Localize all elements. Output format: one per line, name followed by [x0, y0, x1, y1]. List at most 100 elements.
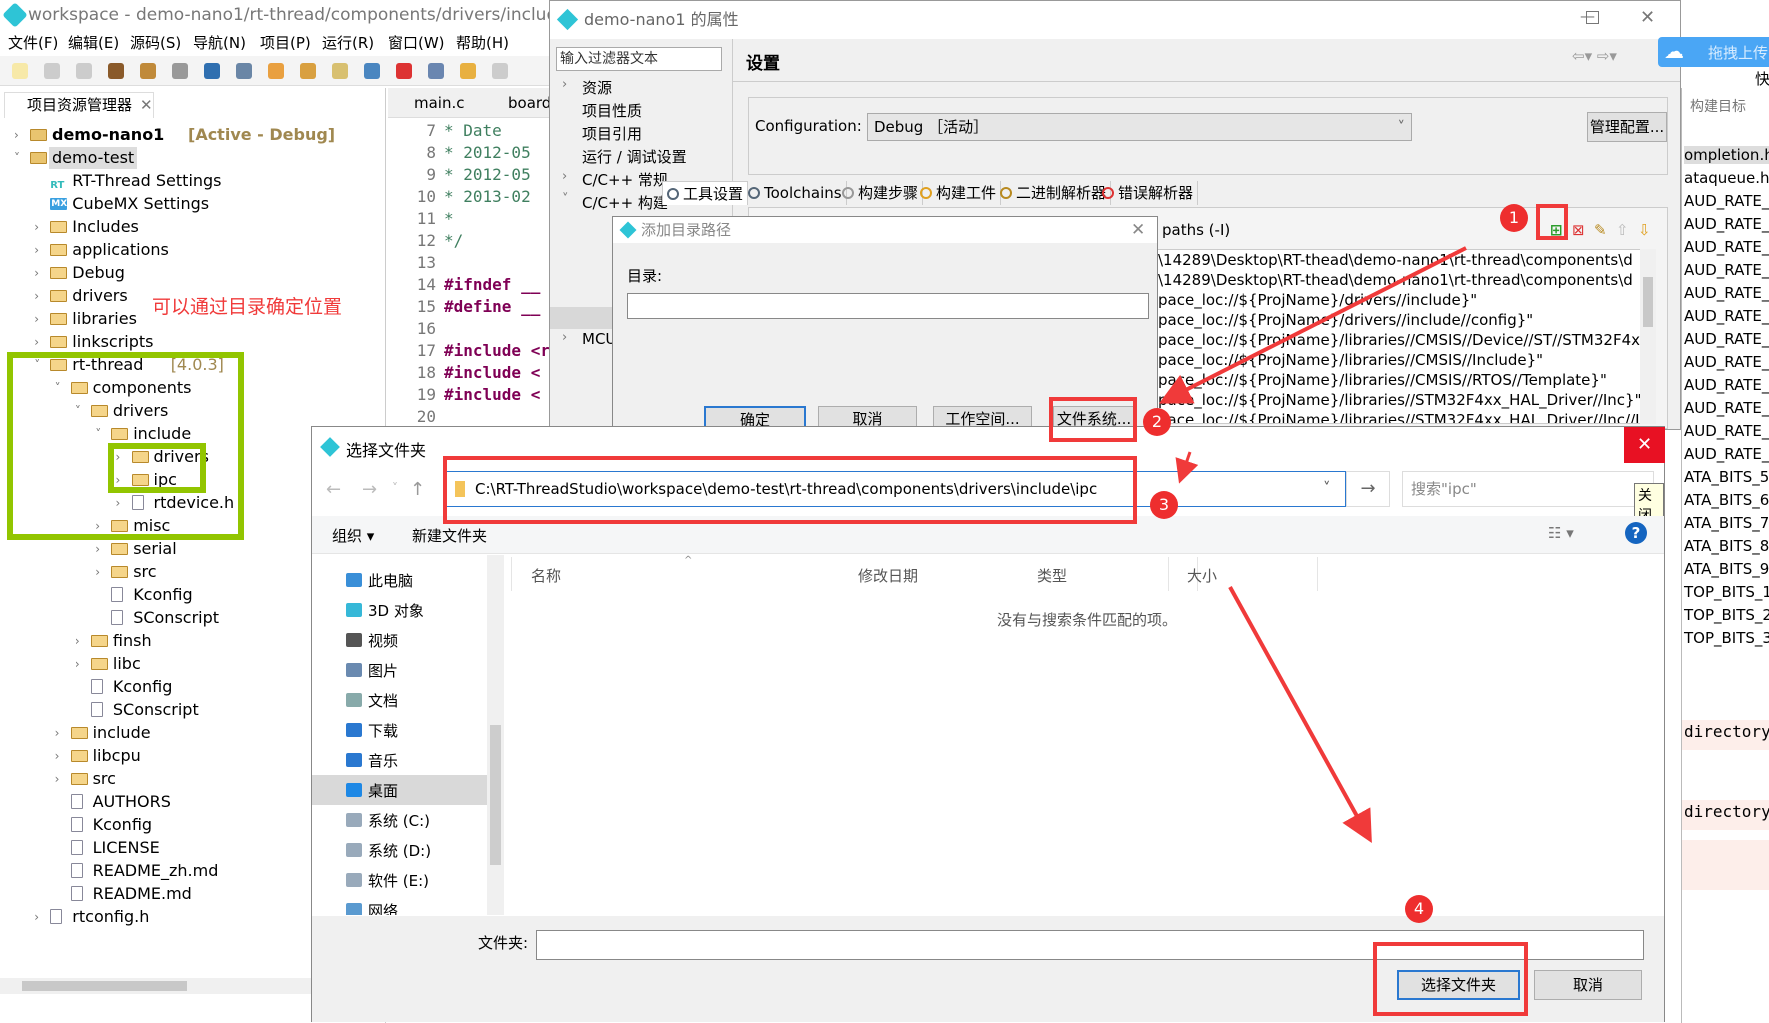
tree-item[interactable]: › Debug — [0, 262, 384, 284]
outline-item[interactable]: ATA_BITS_8 — [1684, 537, 1769, 555]
outline-item[interactable]: TOP_BITS_1 — [1684, 583, 1769, 601]
include-path-item[interactable]: \14289\Desktop\RT-thead\demo-nano1\rt-th… — [1158, 251, 1633, 269]
column-header[interactable]: 名称 — [531, 565, 561, 586]
up-icon[interactable]: ↑ — [410, 479, 425, 500]
toolbar-button[interactable] — [460, 63, 476, 79]
workspace-button[interactable]: 工作空间... — [933, 406, 1032, 427]
outline-item[interactable]: AUD_RATE_4 — [1684, 376, 1769, 394]
nav-item[interactable]: 此电脑 — [312, 565, 487, 595]
tab-main-c[interactable]: main.c — [414, 94, 465, 112]
upload-button[interactable]: ☁ 拖拽上传 — [1658, 37, 1769, 67]
outline-item[interactable]: ATA_BITS_7 — [1684, 514, 1769, 532]
chevron-right-icon[interactable]: › — [34, 285, 39, 307]
outline-item[interactable]: AUD_RATE_3 — [1684, 284, 1769, 302]
ok-button[interactable]: 确定 — [704, 406, 806, 427]
toolbar-button[interactable] — [428, 63, 444, 79]
toolbar-button[interactable] — [12, 63, 28, 79]
properties-tree-item[interactable]: 项目性质 — [550, 100, 730, 122]
forward-icon[interactable]: → — [362, 479, 377, 500]
outline-item[interactable]: AUD_RATE_9 — [1684, 238, 1769, 256]
include-path-item[interactable]: pace_loc://${ProjName}/libraries//STM32F… — [1158, 411, 1644, 423]
toolbar-button[interactable] — [492, 63, 508, 79]
cancel-button[interactable]: 取消 — [1534, 970, 1642, 1000]
chevron-right-icon[interactable]: › — [34, 262, 39, 284]
include-path-item[interactable]: pace_loc://${ProjName}/drivers//include}… — [1158, 291, 1477, 309]
toolbar-button[interactable] — [300, 63, 316, 79]
outline-item[interactable]: AUD_RATE_3 — [1684, 445, 1769, 463]
tree-item[interactable]: › linkscripts — [0, 331, 384, 353]
toolbar-button[interactable] — [172, 63, 188, 79]
nav-item[interactable]: 视频 — [312, 625, 487, 655]
nav-item[interactable]: 文档 — [312, 685, 487, 715]
outline-item[interactable]: AUD_RATE_5 — [1684, 307, 1769, 325]
nav-scrollbar[interactable] — [487, 555, 504, 915]
menu-item[interactable]: 帮助(H) — [456, 32, 509, 53]
toolbar-button[interactable] — [236, 63, 252, 79]
nav-item[interactable]: 音乐 — [312, 745, 487, 775]
search-input[interactable]: 搜索"ipc" — [1402, 471, 1654, 507]
nav-item[interactable]: 系统 (D:) — [312, 835, 487, 865]
toolbar-button[interactable] — [332, 63, 348, 79]
outline-item[interactable]: TOP_BITS_3 — [1684, 629, 1769, 647]
menu-item[interactable]: 运行(R) — [322, 32, 374, 53]
close-button[interactable]: ✕ — [1131, 220, 1145, 240]
tree-item[interactable]: RT RT-Thread Settings — [0, 170, 384, 192]
configuration-select[interactable]: Debug ［活动］ ˅ — [867, 113, 1412, 141]
outline-item[interactable]: AUD_RATE_1 — [1684, 261, 1769, 279]
include-path-item[interactable]: pace_loc://${ProjName}/libraries//STM32F… — [1158, 391, 1641, 409]
close-icon[interactable]: ✕ — [140, 96, 153, 114]
tree-item[interactable]: › demo-nano1 [Active - Debug] — [0, 124, 384, 146]
menu-item[interactable]: 文件(F) — [8, 32, 58, 53]
tab-2[interactable]: 构建步骤 — [838, 181, 924, 205]
outline-item[interactable]: AUD_RATE_2 — [1684, 353, 1769, 371]
menu-item[interactable]: 导航(N) — [193, 32, 246, 53]
tab-0[interactable]: 工具设置 — [662, 181, 749, 205]
tab-board[interactable]: board — [508, 94, 551, 112]
move-down-icon[interactable]: ⇩ — [1638, 221, 1651, 239]
cancel-button[interactable]: 取消 — [818, 406, 917, 427]
delete-path-icon[interactable]: ⊠ — [1572, 221, 1585, 239]
column-header[interactable]: 类型 — [1037, 565, 1067, 586]
outline-item[interactable]: TOP_BITS_2 — [1684, 606, 1769, 624]
nav-item[interactable]: 网络 — [312, 895, 487, 915]
close-button[interactable]: ✕ — [1640, 7, 1655, 28]
organize-menu[interactable]: 组织 ▾ — [332, 525, 374, 546]
chevron-right-icon[interactable]: › — [55, 768, 60, 790]
tree-item[interactable]: › applications — [0, 239, 384, 261]
chevron-right-icon[interactable]: › — [34, 239, 39, 261]
outline-item[interactable]: ompletion.h — [1684, 146, 1769, 164]
chevron-right-icon[interactable]: › — [34, 308, 39, 330]
tab-4[interactable]: 二进制解析器 — [996, 181, 1112, 205]
toolbar-button[interactable] — [108, 63, 124, 79]
recent-chevron-icon[interactable]: ˅ — [392, 481, 398, 495]
edit-path-icon[interactable]: ✎ — [1594, 221, 1607, 239]
nav-item[interactable]: 图片 — [312, 655, 487, 685]
chevron-right-icon[interactable]: › — [95, 561, 100, 583]
maximize-button[interactable] — [1586, 11, 1599, 24]
chevron-right-icon[interactable]: › — [55, 722, 60, 744]
move-up-icon[interactable]: ⇧ — [1616, 221, 1629, 239]
tree-item[interactable]: › Includes — [0, 216, 384, 238]
menu-item[interactable]: 源码(S) — [130, 32, 181, 53]
outline-item[interactable]: ATA_BITS_9 — [1684, 560, 1769, 578]
properties-tree-item[interactable]: 运行 / 调试设置 — [550, 146, 730, 168]
tab-project-explorer[interactable]: 项目资源管理器 ✕ — [4, 92, 154, 118]
directory-input[interactable] — [627, 293, 1149, 319]
outline-item[interactable]: ATA_BITS_6 — [1684, 491, 1769, 509]
include-path-item[interactable]: pace_loc://${ProjName}/libraries//CMSIS/… — [1158, 351, 1543, 369]
chevron-right-icon[interactable]: › — [55, 745, 60, 767]
include-path-item[interactable]: pace_loc://${ProjName}/libraries//CMSIS/… — [1158, 371, 1607, 389]
chevron-right-icon[interactable]: › — [75, 653, 80, 675]
nav-item[interactable]: 下载 — [312, 715, 487, 745]
include-path-item[interactable]: pace_loc://${ProjName}/libraries//CMSIS/… — [1158, 331, 1649, 349]
back-icon[interactable]: ← — [326, 479, 341, 500]
outline-item[interactable]: AUD_RATE_4 — [1684, 215, 1769, 233]
menu-item[interactable]: 窗口(W) — [388, 32, 445, 53]
chevron-right-icon[interactable]: › — [95, 538, 100, 560]
outline-item[interactable]: AUD_RATE_2 — [1684, 422, 1769, 440]
toolbar-button[interactable] — [76, 63, 92, 79]
manage-config-button[interactable]: 管理配置... — [1587, 112, 1667, 142]
tab-3[interactable]: 构建工件 — [916, 181, 1002, 205]
outline-item[interactable]: AUD_RATE_9 — [1684, 399, 1769, 417]
column-header[interactable]: 大小 — [1187, 565, 1217, 586]
